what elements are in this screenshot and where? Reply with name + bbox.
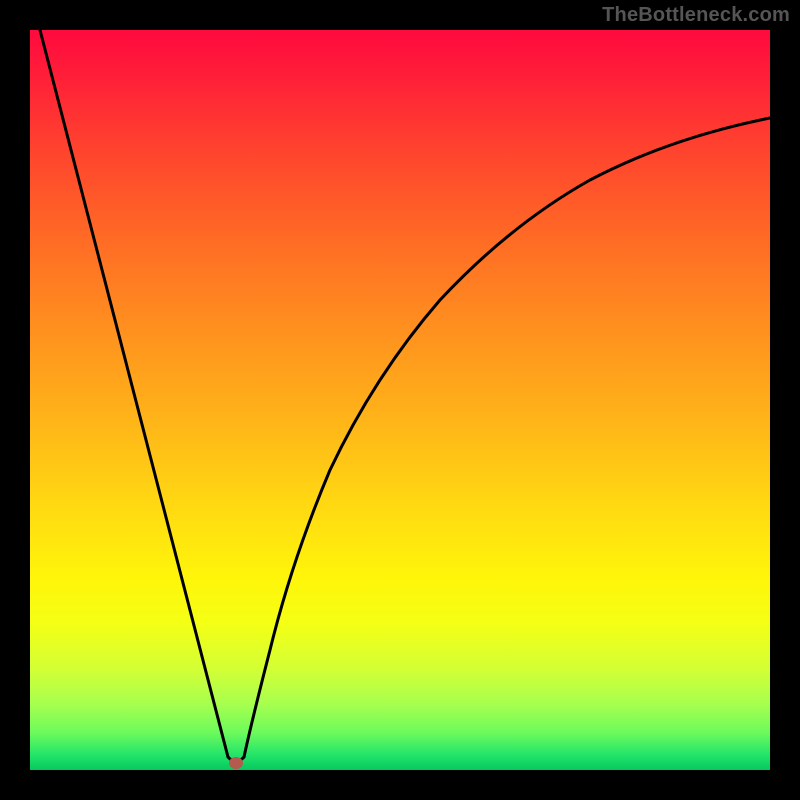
curve-left-branch: [40, 30, 228, 757]
min-marker: [229, 757, 243, 769]
plot-area: [30, 30, 770, 770]
curve-right-branch: [244, 118, 770, 757]
chart-frame: TheBottleneck.com: [0, 0, 800, 800]
watermark-text: TheBottleneck.com: [602, 4, 790, 27]
curve-layer: [30, 30, 770, 770]
